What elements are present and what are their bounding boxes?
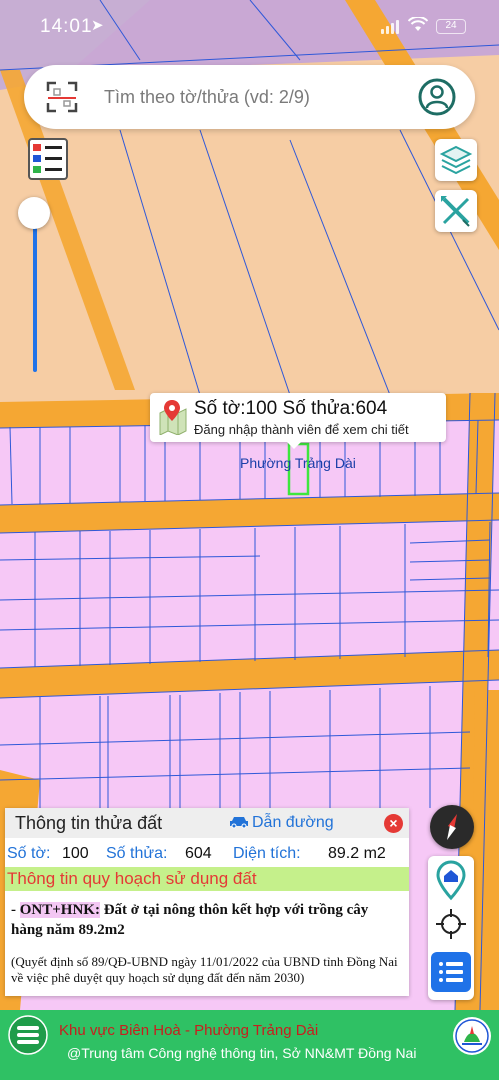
- sheet-value: 100: [62, 845, 89, 862]
- menu-icon: [8, 1015, 48, 1055]
- layers-button[interactable]: [435, 139, 477, 181]
- credit-text: @Trung tâm Công nghệ thông tin, Sở NN&MT…: [67, 1045, 417, 1061]
- crosshair-icon: [436, 909, 466, 939]
- menu-button[interactable]: [8, 1015, 48, 1055]
- search-bar[interactable]: [24, 65, 475, 129]
- sheet-label: Số tờ:: [7, 845, 51, 862]
- zoom-slider-track[interactable]: [33, 212, 37, 372]
- compass-button[interactable]: [430, 805, 474, 849]
- search-input[interactable]: [104, 81, 404, 113]
- list-button[interactable]: [431, 952, 471, 992]
- home-location-button[interactable]: [433, 860, 469, 902]
- land-use-code: ONT+HNK:: [19, 902, 100, 918]
- signal-icon: [381, 18, 403, 34]
- planning-header: Thông tin quy hoạch sử dụng đất: [5, 867, 409, 891]
- wifi-icon: [408, 17, 428, 31]
- decision-note: (Quyết định số 89/QĐ-UBND ngày 11/01/202…: [11, 954, 398, 985]
- layers-icon: [439, 145, 473, 175]
- area-text: Khu vực Biên Hoà - Phường Trảng Dài: [59, 1022, 319, 1039]
- land-use-description: - ONT+HNK: Đất ở tại nông thôn kết hợp v…: [11, 900, 403, 940]
- parcel-value: 604: [185, 845, 212, 862]
- map-tools-panel: [428, 856, 474, 1000]
- ward-label: Phường Trảng Dài: [240, 455, 356, 471]
- parcel-label: Số thửa:: [106, 845, 168, 862]
- area-label: Diện tích:: [233, 845, 301, 862]
- status-bar: 14:01 ➤ 24: [0, 0, 499, 56]
- legend-icon: [33, 144, 62, 173]
- bottom-bar: Khu vực Biên Hoà - Phường Trảng Dài @Tru…: [0, 1010, 499, 1080]
- info-panel-title: Thông tin thửa đất: [15, 813, 163, 833]
- user-icon[interactable]: [417, 77, 457, 117]
- list-icon: [439, 962, 463, 982]
- home-location-icon: [436, 860, 466, 901]
- land-use-prefix: -: [11, 902, 20, 918]
- logo: [453, 1017, 491, 1055]
- info-panel-header: Thông tin thửa đất Dẫn đường ×: [5, 808, 409, 838]
- close-icon[interactable]: ×: [384, 814, 403, 833]
- directions-button[interactable]: Dẫn đường: [229, 814, 334, 832]
- parcel-popup[interactable]: Số tờ:100 Số thửa:604 Đăng nhập thành vi…: [150, 393, 446, 449]
- locate-button[interactable]: [433, 906, 469, 942]
- compass-icon: [447, 814, 457, 840]
- zoom-slider-thumb[interactable]: [18, 197, 50, 229]
- legend-button[interactable]: [28, 138, 68, 180]
- battery-icon: 24: [436, 19, 466, 34]
- popup-tail: [286, 441, 302, 449]
- status-time: 14:01: [40, 16, 93, 37]
- car-icon: [230, 817, 248, 829]
- popup-title: Số tờ:100 Số thửa:604: [194, 398, 388, 419]
- measure-button[interactable]: [435, 190, 477, 232]
- pin-icon: [159, 400, 187, 435]
- location-arrow-icon: ➤: [91, 17, 104, 34]
- directions-label: Dẫn đường: [252, 814, 334, 831]
- popup-subtitle[interactable]: Đăng nhập thành viên để xem chi tiết: [194, 422, 409, 437]
- parcel-info-panel: Thông tin thửa đất Dẫn đường × Số tờ: 10…: [5, 808, 409, 996]
- area-value: 89.2 m2: [328, 845, 386, 862]
- qr-scan-icon[interactable]: [46, 81, 78, 113]
- measure-icon: [441, 196, 470, 227]
